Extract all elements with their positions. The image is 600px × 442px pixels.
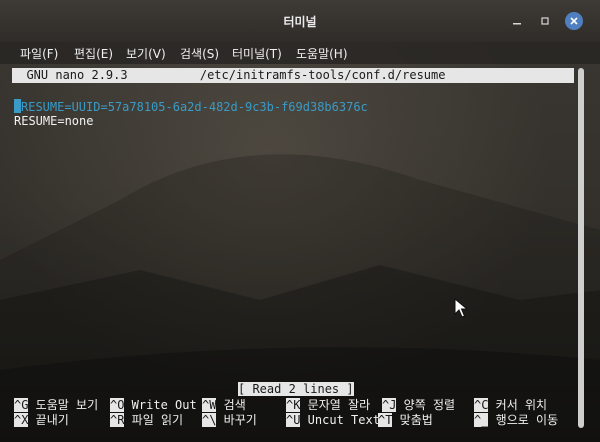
menu-edit[interactable]: 편집(E) <box>74 45 113 62</box>
shortcut-key: ^J <box>382 398 397 412</box>
close-icon[interactable] <box>565 12 583 30</box>
title-bar[interactable]: 터미널 <box>0 0 600 42</box>
shortcut-cut-text: ^K 문자열 잘라 <box>286 398 370 413</box>
file-line-1[interactable]: RESUME=UUID=57a78105-6a2d-482d-9c3b-f69d… <box>14 99 368 115</box>
menu-bar: 파일(F) 편집(E) 보기(V) 검색(S) 터미널(T) 도움말(H) <box>0 42 600 64</box>
shortcut-write-out: ^O Write Out <box>110 398 197 413</box>
shortcut-key: ^T <box>378 413 393 427</box>
shortcut-label: 끝내기 <box>28 413 69 427</box>
shortcut-key: ^_ <box>474 413 489 427</box>
shortcut-label: Write Out <box>124 398 197 412</box>
terminal-scrollbar[interactable] <box>578 68 586 428</box>
minimize-icon[interactable] <box>508 12 526 30</box>
shortcut-label: 파일 읽기 <box>124 413 184 427</box>
shortcut-key: ^O <box>110 398 125 412</box>
shortcut-key: ^C <box>474 398 489 412</box>
scrollbar-thumb[interactable] <box>578 68 584 428</box>
shortcut-label: 바꾸기 <box>216 413 257 427</box>
terminal-window: 터미널 파일(F) 편집(E) 보기(V) 검색(S) 터미널(T) 도움말(H… <box>0 0 600 442</box>
status-message: [ Read 2 lines ] <box>238 382 354 396</box>
shortcut-row-1: ^G 도움말 보기 ^O Write Out ^W 검색 ^K 문자열 잘라 ^… <box>12 398 547 413</box>
shortcut-cur-pos: ^C 커서 위치 <box>474 398 547 413</box>
shortcut-label: 양쪽 정렬 <box>396 398 456 412</box>
shortcut-key: ^G <box>14 398 29 412</box>
file-line-2[interactable]: RESUME=none <box>14 114 93 129</box>
restore-icon[interactable] <box>536 12 554 30</box>
menu-help[interactable]: 도움말(H) <box>296 45 348 62</box>
shortcut-to-spell: ^T 맞춤법 <box>378 413 433 428</box>
shortcut-help: ^G 도움말 보기 <box>14 398 98 413</box>
shortcut-replace: ^\ 바꾸기 <box>202 413 257 428</box>
shortcut-key: ^U <box>286 413 301 427</box>
shortcut-where-is: ^W 검색 <box>202 398 246 413</box>
shortcut-label: 커서 위치 <box>488 398 548 412</box>
shortcut-key: ^\ <box>202 413 217 427</box>
shortcut-read-file: ^R 파일 읽기 <box>110 413 183 428</box>
menu-search[interactable]: 검색(S) <box>180 45 219 62</box>
shortcut-key: ^R <box>110 413 125 427</box>
menu-file[interactable]: 파일(F) <box>20 45 58 62</box>
shortcut-go-to-line: ^_ 행으로 이동 <box>474 413 558 428</box>
shortcut-label: 맞춤법 <box>392 413 433 427</box>
shortcut-uncut-text: ^U Uncut Text <box>286 413 380 428</box>
shortcut-justify: ^J 양쪽 정렬 <box>382 398 455 413</box>
shortcut-row-2: ^X 끝내기 ^R 파일 읽기 ^\ 바꾸기 ^U Uncut Text ^T … <box>12 413 558 428</box>
shortcut-exit: ^X 끝내기 <box>14 413 69 428</box>
shortcut-label: 검색 <box>216 398 246 412</box>
line-1-text: RESUME=UUID=57a78105-6a2d-482d-9c3b-f69d… <box>21 100 368 114</box>
shortcut-label: 문자열 잘라 <box>300 398 371 412</box>
text-cursor <box>14 99 21 113</box>
shortcut-label: Uncut Text <box>300 413 380 427</box>
mouse-pointer-icon <box>454 298 468 318</box>
menu-view[interactable]: 보기(V) <box>126 45 166 62</box>
shortcut-label: 행으로 이동 <box>488 413 559 427</box>
menu-terminal[interactable]: 터미널(T) <box>232 45 282 62</box>
terminal-area[interactable]: GNU nano 2.9.3 /etc/initramfs-tools/conf… <box>12 66 574 434</box>
shortcut-key: ^X <box>14 413 29 427</box>
shortcut-label: 도움말 보기 <box>28 398 99 412</box>
shortcut-key: ^K <box>286 398 301 412</box>
shortcut-key: ^W <box>202 398 217 412</box>
nano-header: GNU nano 2.9.3 /etc/initramfs-tools/conf… <box>12 68 574 83</box>
